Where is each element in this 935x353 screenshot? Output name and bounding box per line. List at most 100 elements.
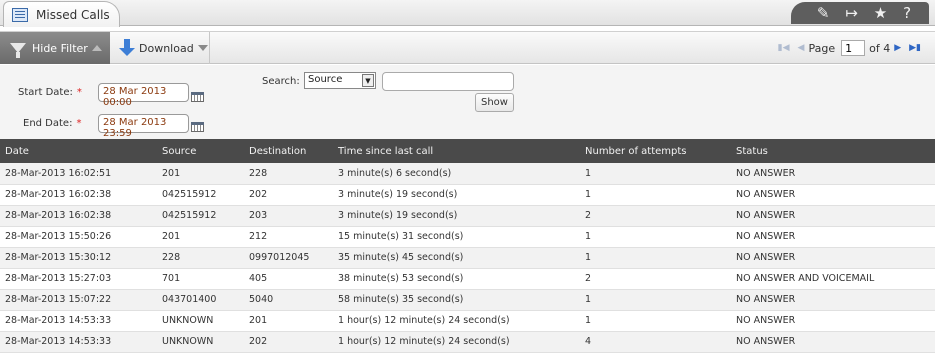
status-cell: NO ANSWER: [731, 184, 935, 206]
column-header-source[interactable]: Source: [157, 139, 244, 163]
date-cell: 28-Mar-2013 15:07:22: [0, 289, 157, 311]
search-field-select[interactable]: Source ▼: [304, 72, 376, 89]
table-row[interactable]: 28-Mar-2013 15:30:12 228 0997012045 35 minu…: [0, 247, 935, 269]
date-cell: 28-Mar-2013 16:02:51: [0, 163, 157, 185]
status-cell: NO ANSWER: [731, 163, 935, 185]
missed-calls-table: Date Source Destination Time since last …: [0, 139, 935, 353]
start-date-label-text: Start Date:: [18, 87, 73, 98]
destination-cell: 202: [244, 331, 333, 353]
first-page-icon[interactable]: ▮◀: [778, 43, 790, 53]
funnel-icon: [10, 43, 26, 58]
last-page-icon[interactable]: ▶▮: [909, 43, 921, 53]
title-bar: Missed Calls ✎ ↦ ★ ?: [0, 0, 935, 27]
end-date-label: End Date: *: [23, 118, 81, 129]
destination-cell: 203: [244, 205, 333, 227]
hide-filter-button[interactable]: Hide Filter: [0, 32, 110, 64]
pager: ▮◀ ◀ Page of 4 ▶ ▶▮: [774, 32, 925, 64]
export-icon[interactable]: ↦: [845, 4, 858, 22]
attempts-cell: 1: [580, 289, 731, 311]
required-mark: *: [76, 118, 82, 129]
time-since-last-call-cell: 3 minute(s) 19 second(s): [333, 184, 580, 206]
table-row[interactable]: 28-Mar-2013 15:07:22 043701400 5040 58 minu…: [0, 289, 935, 311]
time-since-last-call-cell: 58 minute(s) 35 second(s): [333, 289, 580, 311]
end-date-field[interactable]: 28 Mar 2013 23:59: [98, 114, 189, 139]
date-cell: 28-Mar-2013 15:50:26: [0, 226, 157, 248]
time-since-last-call-cell: 1 hour(s) 12 minute(s) 24 second(s): [333, 310, 580, 332]
list-icon: [12, 7, 28, 22]
column-header-destination[interactable]: Destination: [244, 139, 333, 163]
caret-down-icon: [197, 45, 208, 51]
time-since-last-call-cell: 15 minute(s) 31 second(s): [333, 226, 580, 248]
help-icon[interactable]: ?: [903, 4, 911, 22]
date-cell: 28-Mar-2013 15:27:03: [0, 268, 157, 290]
column-header-number-of-attempts[interactable]: Number of attempts: [580, 139, 731, 163]
search-input[interactable]: [382, 72, 514, 91]
time-since-last-call-cell: 1 hour(s) 12 minute(s) 24 second(s): [333, 331, 580, 353]
time-since-last-call-cell: 35 minute(s) 45 second(s): [333, 247, 580, 269]
prev-page-icon[interactable]: ◀: [798, 43, 805, 53]
source-cell: 228: [157, 247, 244, 269]
attempts-cell: 1: [580, 226, 731, 248]
search-label: Search:: [262, 76, 300, 87]
table-row[interactable]: 28-Mar-2013 16:02:38 042515912 202 3 minute…: [0, 184, 935, 206]
column-header-date[interactable]: Date: [0, 139, 157, 163]
table-header-row: Date Source Destination Time since last …: [0, 139, 935, 163]
column-header-time-since-last-call[interactable]: Time since last call: [333, 139, 580, 163]
table-row[interactable]: 28-Mar-2013 15:50:26 201 212 15 minute(s) 3…: [0, 226, 935, 248]
edit-icon[interactable]: ✎: [817, 4, 830, 22]
time-since-last-call-cell: 3 minute(s) 6 second(s): [333, 163, 580, 185]
tab-missed-calls[interactable]: Missed Calls: [3, 1, 120, 27]
destination-cell: 405: [244, 268, 333, 290]
date-cell: 28-Mar-2013 15:30:12: [0, 247, 157, 269]
toolbar: Hide Filter Download ▮◀ ◀ Page of 4 ▶ ▶▮: [0, 31, 935, 64]
calendar-icon[interactable]: [191, 92, 204, 102]
search-field-value: Source: [308, 74, 343, 85]
page-label: Page: [808, 41, 836, 55]
table-row[interactable]: 28-Mar-2013 15:27:03 701 405 38 minute(s) 5…: [0, 268, 935, 290]
attempts-cell: 1: [580, 247, 731, 269]
filter-panel: Start Date: * 28 Mar 2013 00:00 End Date:…: [0, 65, 935, 139]
source-cell: 042515912: [157, 205, 244, 227]
window-tools: ✎ ↦ ★ ?: [791, 2, 929, 24]
table-row[interactable]: 28-Mar-2013 16:02:51 201 228 3 minute(s) 6 …: [0, 163, 935, 185]
required-mark: *: [76, 87, 82, 98]
status-cell: NO ANSWER: [731, 331, 935, 353]
date-cell: 28-Mar-2013 16:02:38: [0, 205, 157, 227]
status-cell: NO ANSWER: [731, 289, 935, 311]
hide-filter-label: Hide Filter: [32, 41, 88, 55]
show-button[interactable]: Show: [475, 93, 514, 112]
next-page-icon[interactable]: ▶: [894, 43, 901, 53]
page-count-label: of 4: [869, 41, 891, 55]
caret-up-icon: [91, 45, 102, 51]
source-cell: 701: [157, 268, 244, 290]
destination-cell: 5040: [244, 289, 333, 311]
source-cell: 043701400: [157, 289, 244, 311]
date-cell: 28-Mar-2013 16:02:38: [0, 184, 157, 206]
tab-title: Missed Calls: [36, 7, 110, 22]
calendar-icon[interactable]: [191, 122, 204, 132]
destination-cell: 202: [244, 184, 333, 206]
table-row[interactable]: 28-Mar-2013 16:02:38 042515912 203 3 minute…: [0, 205, 935, 227]
end-date-label-text: End Date:: [23, 118, 73, 129]
date-cell: 28-Mar-2013 14:53:33: [0, 331, 157, 353]
destination-cell: 228: [244, 163, 333, 185]
date-cell: 28-Mar-2013 14:53:33: [0, 310, 157, 332]
source-cell: UNKNOWN: [157, 331, 244, 353]
attempts-cell: 1: [580, 310, 731, 332]
time-since-last-call-cell: 38 minute(s) 53 second(s): [333, 268, 580, 290]
table-row[interactable]: 28-Mar-2013 14:53:33 UNKNOWN 202 1 hour(s) …: [0, 331, 935, 353]
status-cell: NO ANSWER: [731, 310, 935, 332]
attempts-cell: 1: [580, 163, 731, 185]
status-cell: NO ANSWER: [731, 205, 935, 227]
column-header-status[interactable]: Status: [731, 139, 935, 163]
attempts-cell: 1: [580, 184, 731, 206]
status-cell: NO ANSWER AND VOICEMAIL: [731, 268, 935, 290]
download-label: Download: [139, 41, 194, 55]
favorite-icon[interactable]: ★: [874, 4, 887, 22]
destination-cell: 212: [244, 226, 333, 248]
download-arrow-icon: [119, 39, 135, 57]
start-date-field[interactable]: 28 Mar 2013 00:00: [98, 83, 189, 108]
page-number-input[interactable]: [841, 40, 866, 56]
download-button[interactable]: Download: [112, 32, 210, 64]
table-row[interactable]: 28-Mar-2013 14:53:33 UNKNOWN 201 1 hour(s) …: [0, 310, 935, 332]
